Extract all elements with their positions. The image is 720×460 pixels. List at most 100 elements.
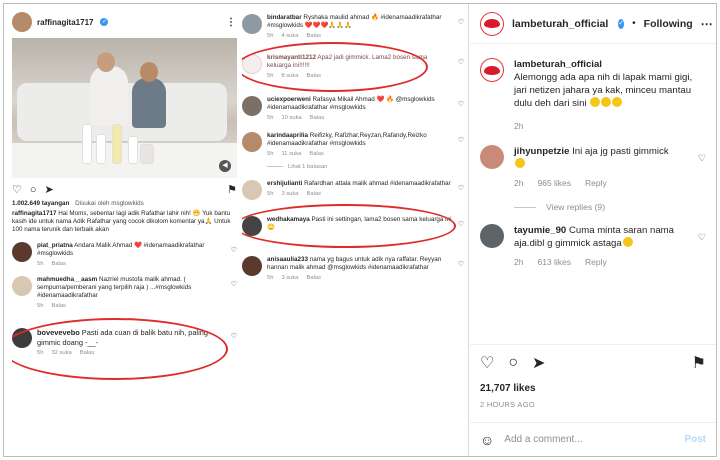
divider [468, 4, 469, 456]
comment-username[interactable]: piat_priatna [37, 242, 73, 249]
comment-like-icon[interactable]: ♡ [458, 260, 464, 282]
video-product [128, 136, 138, 164]
comment-item: bindaratbar Ryshaka maulid ahmad 🔥 #iden… [242, 14, 464, 40]
comment-time: 2h [514, 178, 524, 188]
post-header: lambeturah_official ✓ • Following ⋯ [470, 4, 716, 44]
video-person [90, 66, 128, 126]
comment-username[interactable]: tayumie_90 [514, 225, 566, 236]
laugh-emoji-icon [612, 97, 623, 107]
verified-icon: ✓ [618, 18, 625, 29]
comment-item: uciexpoerweni Rafasya Mikail Ahmad ❤️ 🔥 … [242, 96, 464, 122]
laugh-emoji-icon [622, 237, 633, 247]
commenter-avatar[interactable] [242, 96, 262, 116]
reply-button[interactable]: Reply [585, 256, 607, 269]
avatar[interactable] [480, 11, 504, 36]
comment-item: jihyunpetzie Ini aja jg pasti gimmick 2h… [470, 145, 716, 190]
bookmark-icon[interactable]: ⚑ [227, 184, 237, 196]
comment-like-icon[interactable]: ♡ [231, 246, 237, 268]
post-comment-button[interactable]: Post [684, 434, 706, 445]
highlight-circle [242, 42, 428, 92]
comment-like-icon[interactable]: ♡ [458, 100, 464, 122]
comment-username[interactable]: ershijulianti [267, 180, 302, 187]
post-caption: raffinagita1717 Hai Moms, sebentar lagi … [12, 210, 237, 234]
comment-username[interactable]: uciexpoerweni [267, 96, 311, 103]
add-comment-input[interactable] [504, 434, 675, 445]
view-replies-link[interactable]: View replies (9) [514, 202, 716, 212]
comment-likes: 3 suka [281, 191, 299, 197]
comment-icon[interactable]: ○ [508, 354, 518, 372]
reply-button[interactable]: Balas [307, 274, 322, 282]
comment-like-icon[interactable]: ♡ [231, 332, 237, 359]
commenter-avatar[interactable] [242, 180, 262, 200]
view-replies-link[interactable]: Lihat 1 balasan [267, 164, 464, 170]
more-options-icon[interactable]: ⋮ [226, 17, 237, 28]
comment-like-icon[interactable]: ♡ [458, 18, 464, 40]
following-button[interactable]: Following [644, 18, 693, 30]
emoji-picker-icon[interactable]: ☺ [480, 432, 494, 448]
view-count-row: 1.002.649 tayangan Disukai oleh msglowki… [12, 200, 237, 208]
laugh-emoji-icon [590, 97, 601, 107]
reply-button[interactable]: Balas [51, 302, 66, 310]
view-count: 1.002.649 tayangan [12, 200, 70, 207]
post-username[interactable]: raffinagita1717 [37, 18, 93, 27]
comment-username[interactable]: anisaaulia233 [267, 256, 308, 263]
comment-likes: 613 likes [537, 257, 572, 267]
separator-dot: • [632, 18, 636, 29]
comment-like-icon[interactable]: ♡ [698, 232, 706, 269]
comment-item: karindaaprilia Reifizky, Rafizhar,Reyzan… [242, 132, 464, 158]
share-icon[interactable]: ➤ [532, 353, 545, 373]
reply-button[interactable]: Balas [309, 150, 324, 158]
reply-button[interactable]: Balas [310, 114, 325, 122]
commenter-avatar[interactable] [242, 14, 262, 34]
comment-like-icon[interactable]: ♡ [231, 280, 237, 310]
mute-icon[interactable]: ◀ [219, 160, 231, 172]
like-icon[interactable]: ♡ [480, 353, 494, 373]
reply-button[interactable]: Balas [307, 190, 322, 198]
video-person [132, 78, 166, 128]
commenter-avatar[interactable] [242, 256, 262, 276]
liked-by[interactable]: Disukai oleh msglowkids [75, 200, 144, 207]
commenter-avatar[interactable] [242, 132, 262, 152]
comment-like-icon[interactable]: ♡ [458, 184, 464, 200]
reply-button[interactable]: Balas [307, 32, 322, 40]
laugh-emoji-icon [601, 97, 612, 107]
avatar[interactable] [12, 12, 32, 32]
commenter-avatar[interactable] [480, 145, 504, 169]
comment-username[interactable]: jihyunpetzie [514, 146, 569, 157]
video-product [96, 134, 106, 164]
commenter-avatar[interactable] [12, 242, 32, 262]
avatar[interactable] [480, 58, 504, 82]
comment-like-icon[interactable]: ♡ [458, 58, 464, 80]
more-options-icon[interactable]: ⋯ [701, 17, 714, 31]
comment-like-icon[interactable]: ♡ [458, 136, 464, 158]
comment-time: 5h [267, 115, 274, 121]
comment-like-icon[interactable]: ♡ [698, 153, 706, 190]
reply-button[interactable]: Balas [51, 260, 66, 268]
reply-button[interactable]: Reply [585, 177, 607, 190]
caption-username[interactable]: lambeturah_official [514, 59, 602, 70]
comment-item: piat_priatna Andara Malik Ahmad ❤️ #iden… [12, 242, 237, 268]
caption-username[interactable]: raffinagita1717 [12, 210, 56, 217]
post-video[interactable]: ◀ [12, 38, 237, 178]
lips-logo-icon [484, 19, 500, 28]
post-username[interactable]: lambeturah_official [512, 18, 608, 30]
comment-time: 5h [37, 261, 44, 267]
bookmark-icon[interactable]: ⚑ [692, 353, 706, 373]
commenter-avatar[interactable] [12, 276, 32, 296]
comment-username[interactable]: mahmuedha__aasm [37, 276, 97, 283]
comment-icon[interactable]: ○ [30, 184, 37, 196]
caption-time: 2h [514, 121, 524, 131]
comment-username[interactable]: karindaaprilia [267, 132, 308, 139]
commenter-avatar[interactable] [480, 224, 504, 248]
comment-likes: 10 suka [281, 115, 302, 121]
share-icon[interactable]: ➤ [45, 184, 54, 196]
comment-username[interactable]: bindaratbar [267, 14, 302, 21]
video-product [82, 124, 92, 164]
lips-logo-icon [484, 65, 500, 75]
comment-like-icon[interactable]: ♡ [458, 220, 464, 236]
like-icon[interactable]: ♡ [12, 184, 22, 196]
comment-time: 5h [267, 191, 274, 197]
like-count[interactable]: 21,707 likes [480, 383, 706, 394]
video-person-head [97, 52, 115, 72]
comment-time: 5h [267, 151, 274, 157]
